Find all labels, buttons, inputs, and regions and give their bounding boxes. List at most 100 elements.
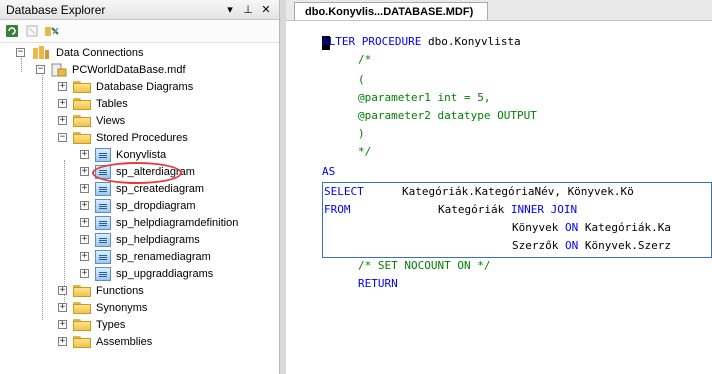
code-line: /* (358, 53, 372, 66)
expand-icon[interactable]: + (80, 235, 89, 244)
stored-procedure-icon (95, 266, 111, 281)
stored-procedure-icon (95, 147, 111, 162)
tree-label-types: Types (96, 318, 126, 331)
folder-icon (73, 80, 91, 93)
expand-icon[interactable]: + (80, 201, 89, 210)
tree-label-procedure: Konyvlista (116, 148, 167, 161)
code-line: Kategóriák.KategóriaNév, Könyvek.Kö (402, 185, 634, 198)
tree-label-procedure: sp_renamediagram (116, 250, 211, 263)
expand-icon[interactable]: + (80, 167, 89, 176)
expand-icon[interactable]: + (80, 150, 89, 159)
stored-procedure-icon (95, 232, 111, 247)
expand-icon[interactable]: + (58, 286, 67, 295)
database-explorer-panel: Database Explorer ▾ ⊥ ✕ − Data Connectio… (0, 0, 280, 374)
code-line: Könyvek ON Kategóriák.Ka (512, 221, 671, 234)
code-line: @parameter1 int = 5, (358, 91, 491, 104)
auto-hide-pin-icon[interactable]: ⊥ (241, 3, 255, 16)
tree-label-assemblies: Assemblies (96, 335, 153, 348)
document-tab[interactable]: dbo.Konyvlis...DATABASE.MDF) (294, 2, 489, 20)
tree-node-database[interactable]: − PCWorldDataBase.mdf (36, 61, 186, 78)
tree-node-synonyms[interactable]: + Synonyms (58, 299, 147, 316)
tree-node-assemblies[interactable]: + Assemblies (58, 333, 152, 350)
panel-title: Database Explorer (6, 2, 106, 17)
expand-icon[interactable]: + (58, 320, 67, 329)
code-line: Kategóriák INNER JOIN (438, 203, 578, 216)
tree-label-procedure: sp_helpdiagramdefinition (116, 216, 239, 229)
window-position-icon[interactable]: ▾ (223, 3, 237, 16)
expand-icon[interactable]: + (80, 252, 89, 261)
tree-node-procedure[interactable]: + sp_upgraddiagrams (80, 265, 213, 282)
tree-label-database: PCWorldDataBase.mdf (72, 63, 186, 76)
document-tab-label: dbo.Konyvlis...DATABASE.MDF) (305, 5, 474, 18)
tree-node-procedure[interactable]: + sp_helpdiagrams (80, 231, 200, 248)
tree-label-procedure: sp_creatediagram (116, 182, 205, 195)
tree-node-stored-procedures[interactable]: − Stored Procedures (58, 129, 188, 146)
connect-database-icon (45, 27, 59, 36)
stop-icon (26, 25, 38, 37)
tree-node-database-diagrams[interactable]: + Database Diagrams (58, 78, 193, 95)
expand-icon[interactable]: + (58, 337, 67, 346)
collapse-icon[interactable]: − (16, 48, 25, 57)
database-file-icon (51, 63, 67, 76)
expand-icon[interactable]: + (80, 218, 89, 227)
stored-procedure-icon (95, 249, 111, 264)
tree-node-views[interactable]: + Views (58, 112, 125, 129)
code-line: Szerzők ON Könyvek.Szerz (512, 239, 671, 252)
stop-refresh-button[interactable] (24, 23, 40, 39)
expand-icon[interactable]: + (58, 82, 67, 91)
tree-label-data-connections: Data Connections (56, 46, 144, 59)
code-line: */ (358, 145, 372, 158)
code-area[interactable]: ALTER PROCEDURE dbo.Konyvlista /* ( @par… (286, 30, 712, 374)
sql-editor-panel: dbo.Konyvlis...DATABASE.MDF) ALTER PROCE… (286, 0, 712, 374)
tree-node-procedure[interactable]: + Konyvlista (80, 146, 166, 163)
expand-icon[interactable]: + (58, 99, 67, 108)
tree-node-tables[interactable]: + Tables (58, 95, 128, 112)
code-line: ( (358, 73, 365, 86)
folder-icon (73, 335, 91, 348)
folder-icon (73, 318, 91, 331)
tree-node-data-connections[interactable]: − Data Connections (16, 44, 143, 61)
code-line: ALTER PROCEDURE dbo.Konyvlista (322, 35, 521, 48)
tree-label-synonyms: Synonyms (96, 301, 148, 314)
code-line: /* SET NOCOUNT ON */ (358, 259, 491, 272)
expand-icon[interactable]: + (58, 116, 67, 125)
data-connections-icon (33, 45, 49, 59)
tree-label-procedure: sp_helpdiagrams (116, 233, 200, 246)
close-icon[interactable]: ✕ (259, 3, 273, 16)
document-tabstrip: dbo.Konyvlis...DATABASE.MDF) (286, 0, 712, 21)
expand-icon[interactable]: + (58, 303, 67, 312)
tree-node-procedure[interactable]: + sp_renamediagram (80, 248, 211, 265)
tree-label-functions: Functions (96, 284, 144, 297)
code-line: ) (358, 127, 365, 140)
code-line: AS (322, 165, 336, 178)
connect-to-database-button[interactable] (44, 23, 60, 39)
tree-label-tables: Tables (96, 97, 128, 110)
explorer-toolbar (0, 20, 279, 43)
folder-icon (73, 131, 91, 144)
tree-node-functions[interactable]: + Functions (58, 282, 144, 299)
refresh-button[interactable] (4, 23, 20, 39)
tree-label-stored-procedures: Stored Procedures (96, 131, 188, 144)
code-line: @parameter2 datatype OUTPUT (358, 109, 537, 122)
expand-icon[interactable]: + (80, 269, 89, 278)
stored-procedure-icon (95, 181, 111, 196)
collapse-icon[interactable]: − (36, 65, 45, 74)
explorer-tree: − Data Connections − PCWorldDataBase.mdf… (0, 44, 279, 374)
folder-icon (73, 284, 91, 297)
tree-label-views: Views (96, 114, 126, 127)
tree-node-procedure[interactable]: + sp_helpdiagramdefinition (80, 214, 238, 231)
code-line: SELECT (324, 185, 364, 198)
stored-procedure-icon (95, 198, 111, 213)
code-line: FROM (324, 203, 351, 216)
database-explorer-titlebar: Database Explorer ▾ ⊥ ✕ (0, 0, 279, 20)
expand-icon[interactable]: + (80, 184, 89, 193)
tree-label-procedure: sp_upgraddiagrams (116, 267, 214, 280)
collapse-icon[interactable]: − (58, 133, 67, 142)
tree-node-procedure[interactable]: + sp_dropdiagram (80, 197, 196, 214)
tree-node-types[interactable]: + Types (58, 316, 125, 333)
folder-icon (73, 114, 91, 127)
stored-procedure-icon (95, 215, 111, 230)
folder-icon (73, 97, 91, 110)
tree-label-procedure: sp_dropdiagram (116, 199, 196, 212)
code-line: RETURN (358, 277, 398, 290)
